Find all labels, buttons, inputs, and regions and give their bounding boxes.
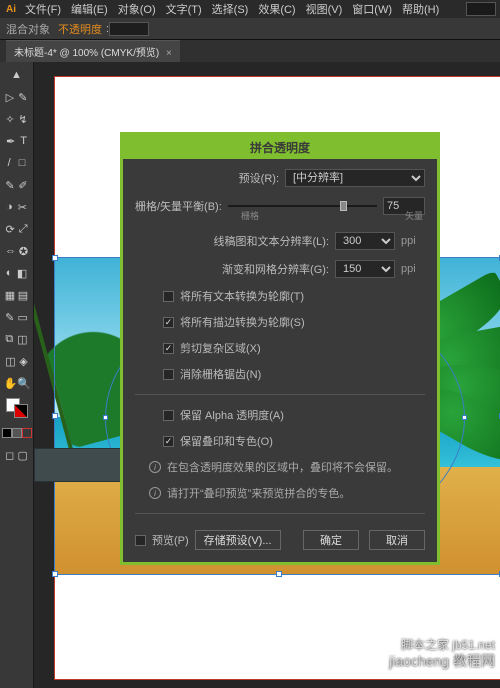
screen-mode-icon[interactable]: ◻▢	[3, 448, 31, 463]
divider	[135, 394, 425, 395]
checkbox-clip-complex[interactable]	[163, 343, 174, 354]
ai-logo-icon: Ai	[4, 2, 18, 16]
top-search-input[interactable]	[466, 2, 496, 16]
selection-handle[interactable]	[52, 571, 58, 577]
eyedropper-tool-icon[interactable]: ✎▭	[3, 310, 31, 325]
preset-label: 预设(R):	[135, 170, 279, 186]
options-label: 混合对象	[6, 21, 50, 37]
close-icon[interactable]: ×	[166, 48, 172, 59]
rotate-tool-icon[interactable]: ⟳⤢	[3, 222, 31, 237]
ppi-unit: ppi	[401, 263, 425, 275]
watermark-text: jiaocheng 教程网	[389, 651, 495, 671]
document-tab-bar: 未标题-4* @ 100% (CMYK/预览) ×	[0, 40, 500, 62]
gradient-label: 渐变和网格分辨率(G):	[135, 261, 329, 277]
tool-palette: ▲ ▷✎ ✧↯ ✒T /□ ✎✐ ◑✂ ⟳⤢ ⇔✪ ◐◧ ▦▤ ✎▭ ⧉◫ ◫◈…	[0, 62, 34, 688]
direct-select-tool-icon[interactable]: ▷✎	[3, 90, 31, 105]
main-menu: 文件(F) 编辑(E) 对象(O) 文字(T) 选择(S) 效果(C) 视图(V…	[22, 0, 442, 19]
menu-bar: Ai 文件(F) 编辑(E) 对象(O) 文字(T) 选择(S) 效果(C) 视…	[0, 0, 500, 18]
checkbox-label: 剪切复杂区域(X)	[180, 340, 261, 356]
info-icon: i	[149, 487, 161, 499]
document-tab-title: 未标题-4* @ 100% (CMYK/预览)	[14, 48, 159, 59]
menu-type[interactable]: 文字(T)	[163, 0, 205, 19]
gradient-row: 渐变和网格分辨率(G): 150 ppi	[135, 260, 425, 278]
magic-wand-tool-icon[interactable]: ✧↯	[3, 112, 31, 127]
shapebuilder-tool-icon[interactable]: ◐◧	[3, 266, 31, 281]
swatch-area	[0, 394, 33, 422]
blend-tool-icon[interactable]: ⧉◫	[3, 332, 31, 347]
opacity-input[interactable]	[109, 22, 149, 36]
menu-object[interactable]: 对象(O)	[115, 0, 159, 19]
none-mode-icon[interactable]	[22, 428, 32, 438]
lineart-row: 线稿图和文本分辨率(L): 300 ppi	[135, 232, 425, 250]
preview-label: 预览(P)	[152, 532, 189, 548]
color-mode-icon[interactable]	[2, 428, 12, 438]
divider	[135, 513, 425, 514]
dialog-body: 预设(R): [中分辨率] 栅格/矢量平衡(B):	[123, 159, 437, 562]
app-window: Ai 文件(F) 编辑(E) 对象(O) 文字(T) 选择(S) 效果(C) 视…	[0, 0, 500, 688]
dialog-title: 拼合透明度	[123, 135, 437, 159]
flatten-transparency-dialog: 拼合透明度 预设(R): [中分辨率] 栅格/矢量平衡(B):	[120, 132, 440, 565]
menu-select[interactable]: 选择(S)	[209, 0, 252, 19]
balance-slider[interactable]	[228, 199, 377, 213]
checkbox-label: 将所有文本转换为轮廓(T)	[180, 288, 304, 304]
opacity-label: 不透明度	[58, 21, 102, 37]
mesh-tool-icon[interactable]: ▦▤	[3, 288, 31, 303]
selection-handle[interactable]	[276, 571, 282, 577]
selection-handle[interactable]	[52, 255, 58, 261]
preset-row: 预设(R): [中分辨率]	[135, 169, 425, 187]
menu-file[interactable]: 文件(F)	[22, 0, 64, 19]
pen-tool-icon[interactable]: ✒T	[3, 134, 31, 149]
balance-section: 栅格/矢量平衡(B): 栅格 矢量	[135, 197, 425, 222]
checkbox-label: 保留叠印和专色(O)	[180, 433, 273, 449]
dialog-buttons: 预览(P) 存储预设(V)... 确定 取消	[135, 526, 425, 550]
checkbox-preview[interactable]	[135, 535, 146, 546]
checkbox-antialias[interactable]	[163, 369, 174, 380]
checkbox-preserve-alpha[interactable]	[163, 410, 174, 421]
preset-select[interactable]: [中分辨率]	[285, 169, 425, 187]
checkbox-stroke-outline[interactable]	[163, 317, 174, 328]
hand-tool-icon[interactable]: ✋🔍	[3, 376, 31, 391]
options-bar: 混合对象 不透明度 :	[0, 18, 500, 40]
checkbox-label: 消除栅格锯齿(N)	[180, 366, 261, 382]
width-tool-icon[interactable]: ⇔✪	[3, 244, 31, 259]
balance-right-label: 矢量	[405, 209, 423, 222]
info-text: 请打开“叠印预览”来预览拼合的专色。	[167, 485, 350, 501]
info-text: 在包含透明度效果的区域中，叠印将不会保留。	[167, 459, 398, 475]
checkbox-label: 保留 Alpha 透明度(A)	[180, 407, 284, 423]
menu-effect[interactable]: 效果(C)	[255, 0, 298, 19]
path-anchor[interactable]	[462, 415, 467, 420]
balance-label: 栅格/矢量平衡(B):	[135, 198, 222, 214]
selection-tool-icon[interactable]: ▲	[9, 68, 24, 83]
gradient-mode-icon[interactable]	[12, 428, 22, 438]
slice-tool-icon[interactable]: ◫◈	[3, 354, 31, 369]
line-tool-icon[interactable]: /□	[3, 156, 31, 171]
cancel-button[interactable]: 取消	[369, 530, 425, 550]
brush-tool-icon[interactable]: ✎✐	[3, 178, 31, 193]
lineart-label: 线稿图和文本分辨率(L):	[135, 233, 329, 249]
menu-edit[interactable]: 编辑(E)	[68, 0, 111, 19]
save-preset-button[interactable]: 存储预设(V)...	[195, 530, 281, 550]
ppi-unit: ppi	[401, 235, 425, 247]
checkbox-preserve-overprint[interactable]	[163, 436, 174, 447]
workspace: ▲ ▷✎ ✧↯ ✒T /□ ✎✐ ◑✂ ⟳⤢ ⇔✪ ◐◧ ▦▤ ✎▭ ⧉◫ ◫◈…	[0, 62, 500, 688]
menu-window[interactable]: 窗口(W)	[349, 0, 395, 19]
lineart-select[interactable]: 300	[335, 232, 395, 250]
selection-handle[interactable]	[52, 413, 58, 419]
document-tab[interactable]: 未标题-4* @ 100% (CMYK/预览) ×	[6, 40, 180, 62]
menu-view[interactable]: 视图(V)	[303, 0, 346, 19]
path-anchor[interactable]	[103, 415, 108, 420]
menu-help[interactable]: 帮助(H)	[399, 0, 442, 19]
gradient-select[interactable]: 150	[335, 260, 395, 278]
info-icon: i	[149, 461, 161, 473]
stroke-swatch[interactable]	[14, 404, 28, 418]
blob-tool-icon[interactable]: ◑✂	[3, 200, 31, 215]
ok-button[interactable]: 确定	[303, 530, 359, 550]
checkbox-label: 将所有描边转换为轮廓(S)	[180, 314, 305, 330]
checkbox-text-outline[interactable]	[163, 291, 174, 302]
